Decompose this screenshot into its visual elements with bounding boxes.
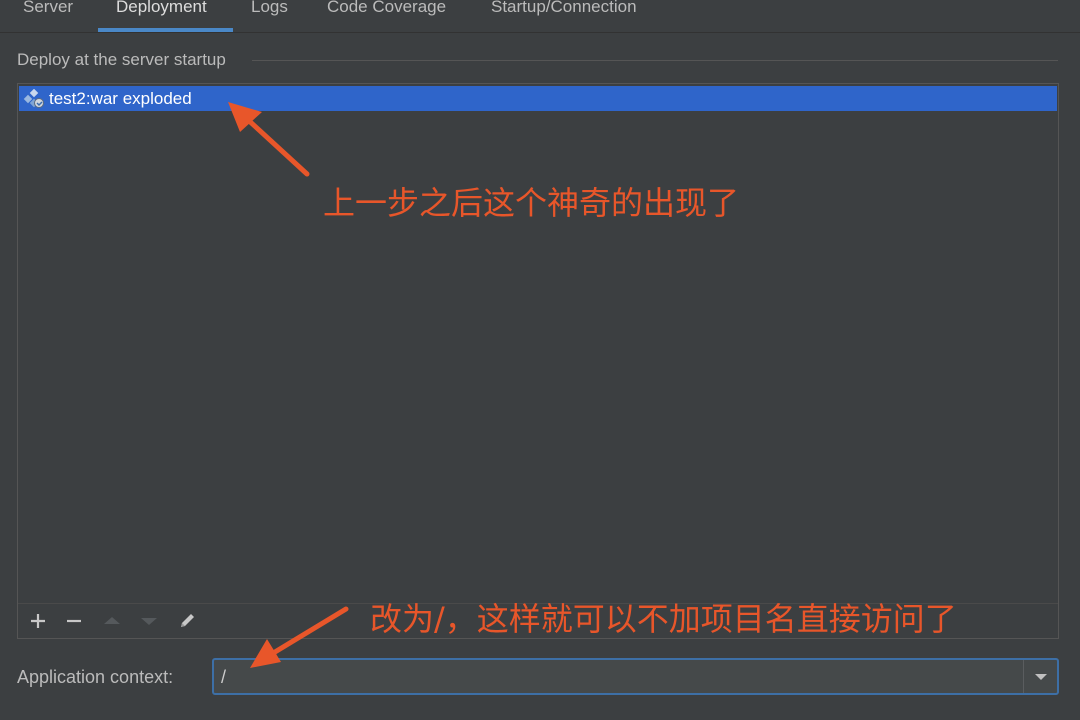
list-item-label: test2:war exploded [49, 89, 192, 108]
chevron-down-icon [1034, 673, 1047, 680]
annotation-top: 上一步之后这个神奇的出现了 [323, 184, 740, 222]
tab-bar: Server Deployment Logs Code Coverage Sta… [0, 0, 1080, 33]
tab-deployment[interactable]: Deployment [116, 0, 207, 28]
tab-server[interactable]: Server [23, 0, 73, 28]
add-icon [31, 614, 45, 628]
move-down-icon [141, 618, 157, 625]
move-up-icon [104, 617, 120, 624]
application-context-input[interactable]: / [212, 658, 1059, 695]
artifact-icon [23, 88, 45, 109]
edit-icon [181, 614, 194, 627]
deployment-list[interactable]: test2:war exploded [17, 83, 1059, 639]
section-title: Deploy at the server startup [17, 50, 226, 69]
dropdown-button[interactable] [1023, 660, 1057, 693]
list-item[interactable]: test2:war exploded [19, 86, 1057, 111]
edit-button[interactable] [175, 609, 199, 633]
application-context-label: Application context: [17, 667, 174, 687]
active-tab-indicator [98, 28, 233, 32]
tab-logs[interactable]: Logs [251, 0, 288, 28]
remove-button[interactable] [62, 609, 86, 633]
section-divider [252, 60, 1058, 61]
application-context-value: / [221, 667, 227, 687]
tab-startup-connection[interactable]: Startup/Connection [491, 0, 637, 28]
annotation-bottom: 改为/，这样就可以不加项目名直接访问了 [370, 600, 957, 638]
remove-icon [67, 619, 81, 623]
add-button[interactable] [26, 609, 50, 633]
tab-code-coverage[interactable]: Code Coverage [327, 0, 446, 28]
move-up-button[interactable] [100, 609, 124, 633]
move-down-button[interactable] [137, 609, 161, 633]
